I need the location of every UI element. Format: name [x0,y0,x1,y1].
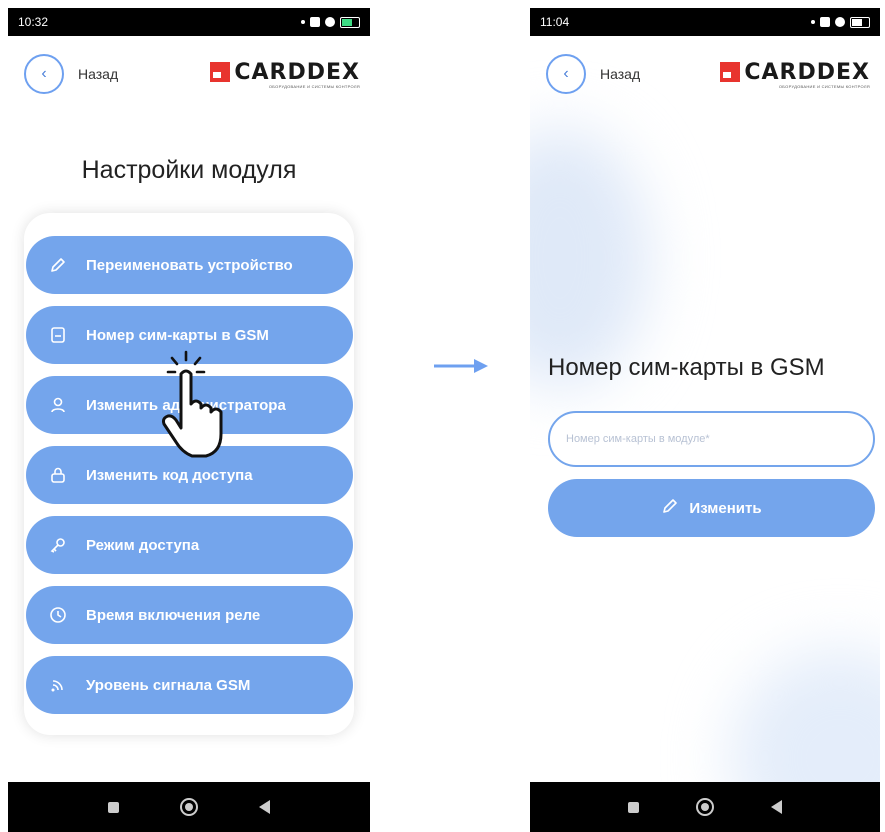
lock-icon [48,465,68,485]
change-button-label: Изменить [689,499,762,517]
menu-item-access-mode[interactable]: Режим доступа [26,516,353,574]
battery-icon [340,16,360,28]
key-icon [48,535,68,555]
page-title: Настройки модуля [81,156,297,184]
back-button[interactable]: ‹ [546,54,586,94]
status-time: 11:04 [540,15,570,29]
logo-mark-icon [720,62,741,82]
bluetooth-icon [301,20,305,24]
user-icon [48,395,68,415]
header: ‹ Назад CARDDEX ОБОРУДОВАНИЕ И СИСТЕМЫ К… [24,52,360,96]
wifi-icon [835,17,845,27]
android-nav-bar [530,782,880,832]
pencil-icon [661,497,679,520]
menu-item-label: Переименовать устройство [86,256,293,274]
signal-strength-icon [310,17,320,27]
back-triangle-icon[interactable] [770,800,782,814]
home-icon[interactable] [179,798,198,816]
menu-item-label: Уровень сигнала GSM [86,676,251,694]
home-icon[interactable] [695,798,714,816]
chevron-left-icon: ‹ [41,65,47,82]
logo-text: CARDDEX [744,59,870,85]
chevron-left-icon: ‹ [563,65,569,82]
back-label[interactable]: Назад [600,66,640,82]
recent-apps-icon[interactable] [108,801,120,813]
carddex-logo: CARDDEX ОБОРУДОВАНИЕ И СИСТЕМЫ КОНТРОЛЯ [720,60,870,89]
sim-number-input[interactable] [548,411,875,467]
sim-card-icon [48,325,68,345]
logo-subtitle: ОБОРУДОВАНИЕ И СИСТЕМЫ КОНТРОЛЯ [778,83,870,89]
menu-item-rename-device[interactable]: Переименовать устройство [26,236,353,294]
status-icons [301,16,360,28]
back-label[interactable]: Назад [78,66,118,82]
menu-item-label: Режим доступа [86,536,200,554]
battery-icon [850,16,870,28]
back-button[interactable]: ‹ [24,54,64,94]
signal-strength-icon [820,17,830,27]
pencil-icon [48,255,68,275]
logo-text: CARDDEX [234,59,360,85]
android-nav-bar [8,782,370,832]
tap-hand-icon [162,350,223,458]
menu-item-label: Номер сим-карты в GSM [86,326,269,344]
signal-icon [48,675,68,695]
status-bar: 11:04 [530,8,880,36]
logo-mark-icon [210,62,231,82]
phone-screen-sim-number: 11:04 ‹ Назад CARDDEX ОБОРУДОВАНИЕ И СИС… [530,8,880,832]
back-triangle-icon[interactable] [258,800,270,814]
recent-apps-icon[interactable] [628,801,640,813]
page-title: Номер сим-карты в GSM [548,354,825,381]
menu-item-gsm-signal[interactable]: Уровень сигнала GSM [26,656,353,714]
carddex-logo: CARDDEX ОБОРУДОВАНИЕ И СИСТЕМЫ КОНТРОЛЯ [210,60,360,89]
status-icons [811,16,870,28]
clock-icon [48,605,68,625]
header: ‹ Назад CARDDEX ОБОРУДОВАНИЕ И СИСТЕМЫ К… [546,52,870,96]
menu-item-relay-time[interactable]: Время включения реле [26,586,353,644]
phone-screen-settings: 10:32 ‹ Назад CARDDEX ОБОРУДОВАНИЕ И СИС… [8,8,370,832]
bluetooth-icon [811,20,815,24]
menu-item-label: Время включения реле [86,606,261,624]
change-button[interactable]: Изменить [548,479,875,537]
settings-menu: Переименовать устройство Номер сим-карты… [24,213,354,735]
logo-subtitle: ОБОРУДОВАНИЕ И СИСТЕМЫ КОНТРОЛЯ [268,83,360,89]
menu-item-label: Изменить код доступа [86,466,253,484]
status-bar: 10:32 [8,8,370,36]
background-blob [530,128,650,388]
status-time: 10:32 [18,15,49,29]
wifi-icon [325,17,335,27]
arrow-right-icon [434,359,488,373]
